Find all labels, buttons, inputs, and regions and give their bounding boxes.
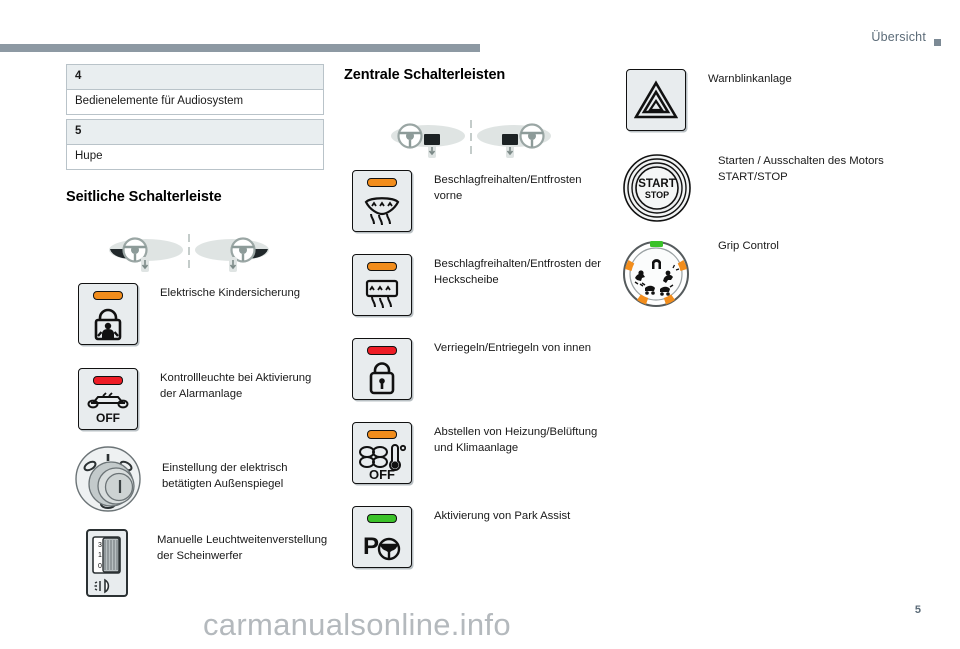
table-row: 5 xyxy=(66,119,324,146)
switch-entry: START STOP Starten / Ausschalten des Mot… xyxy=(622,153,922,228)
switch-entry: Verriegeln/Entriegeln von innen xyxy=(352,338,607,400)
start-stop-button-icon: START STOP xyxy=(623,154,691,222)
central-locking-switch[interactable] xyxy=(352,338,412,400)
chapter-title: Übersicht xyxy=(871,30,926,44)
headlamp-beam-height-switch[interactable]: 3 1 0 xyxy=(85,528,129,603)
switch-entry: 3 1 0 Manuelle Leuchtweitenverstellung d… xyxy=(85,528,335,603)
headlamp-beam-height-icon: 3 1 0 xyxy=(86,529,128,597)
indicator-led xyxy=(367,514,397,523)
indicator-led xyxy=(93,376,123,385)
steering-wheel-right-hand-drive-icon xyxy=(477,122,551,158)
switch-label: Einstellung der elektrisch betätigten Au… xyxy=(162,462,288,491)
wheel-position-diagram xyxy=(390,118,552,163)
section-heading-central-switch-panels: Zentrale Schalterleisten xyxy=(344,67,506,83)
svg-text:3: 3 xyxy=(98,542,102,549)
table-row: Hupe xyxy=(66,145,324,171)
switch-label: Verriegeln/Entriegeln von innen xyxy=(434,342,592,354)
mirror-adjust-dial[interactable] xyxy=(70,440,148,523)
svg-text:OFF: OFF xyxy=(369,467,395,480)
section-heading-side-switch-panel: Seitliche Schalterleiste xyxy=(66,189,222,205)
manual-page: Übersicht 4 Bedienelemente für Audiosyst… xyxy=(0,0,960,649)
mirror-adjust-dial-icon xyxy=(75,446,141,512)
start-stop-button[interactable]: START STOP xyxy=(622,153,692,228)
switch-label: Abstellen von Heizung/Belüftung und Klim… xyxy=(434,426,598,455)
switch-entry: Elektrische Kindersicherung xyxy=(78,283,328,345)
grip-control-dial[interactable] xyxy=(620,238,692,315)
table-row: Bedienelemente für Audiosystem xyxy=(66,90,324,116)
switch-entry: P Aktivierung von Park Assist xyxy=(352,506,607,568)
indicator-led xyxy=(367,346,397,355)
steering-wheel-right-hand-drive-icon xyxy=(195,236,269,272)
hazard-warning-triangle-icon xyxy=(627,72,685,128)
svg-text:1: 1 xyxy=(98,552,102,559)
switch-entry: Grip Control xyxy=(620,238,920,315)
steering-wheel-left-hand-drive-icon xyxy=(391,122,465,158)
switch-entry: Einstellung der elektrisch betätigten Au… xyxy=(70,440,332,523)
windscreen-demist-icon xyxy=(353,190,411,229)
svg-text:OFF: OFF xyxy=(96,411,120,425)
rear-screen-demist-switch[interactable] xyxy=(352,254,412,316)
windscreen-demist-switch[interactable] xyxy=(352,170,412,232)
square-marker-icon xyxy=(934,39,941,46)
switch-label: Starten / Ausschalten des Motors START/S… xyxy=(718,155,884,184)
park-assist-switch[interactable]: P xyxy=(352,506,412,568)
switch-entry: Beschlagfreihalten/Entfrosten vorne xyxy=(352,170,607,232)
switch-entry: Beschlagfreihalten/Entfrosten der Hecksc… xyxy=(352,254,607,316)
child-lock-icon xyxy=(79,303,137,342)
svg-text:STOP: STOP xyxy=(645,190,669,200)
svg-text:START: START xyxy=(638,178,675,190)
switch-entry: OFF Abstellen von Heizung/Belüftung und … xyxy=(352,422,607,484)
switch-label: Grip Control xyxy=(718,240,779,252)
hazard-warning-switch[interactable] xyxy=(626,69,686,131)
alarm-off-icon: OFF xyxy=(79,388,137,427)
climate-off-switch[interactable]: OFF xyxy=(352,422,412,484)
diagram-divider xyxy=(466,118,476,163)
legend-table: 4 Bedienelemente für Audiosystem xyxy=(66,64,324,116)
park-assist-icon: P xyxy=(353,526,411,565)
climate-off-icon: OFF xyxy=(353,442,411,481)
switch-label: Aktivierung von Park Assist xyxy=(434,510,571,522)
indicator-led xyxy=(93,291,123,300)
wheel-position-diagram xyxy=(108,232,270,277)
header-rule xyxy=(0,44,480,52)
steering-wheel-left-hand-drive-icon xyxy=(109,236,183,272)
alarm-indicator-switch[interactable]: OFF xyxy=(78,368,138,430)
svg-text:P: P xyxy=(363,533,379,560)
grip-control-dial-icon xyxy=(623,241,689,307)
rear-screen-demist-icon xyxy=(353,274,411,313)
switch-label: Warnblinkanlage xyxy=(708,73,792,85)
svg-text:0: 0 xyxy=(98,563,102,570)
indicator-led xyxy=(367,262,397,271)
switch-label: Beschlagfreihalten/Entfrosten vorne xyxy=(434,174,582,203)
switch-label: Kontrollleuchte bei Aktivierung der Alar… xyxy=(160,372,312,401)
page-number: 5 xyxy=(914,604,921,616)
central-locking-icon xyxy=(353,358,411,397)
switch-label: Beschlagfreihalten/Entfrosten der Hecksc… xyxy=(434,258,602,287)
watermark: carmanualsonline.info xyxy=(203,607,511,642)
switch-entry: OFF Kontrollleuchte bei Aktivierung der … xyxy=(78,368,328,430)
table-row: 4 xyxy=(66,64,324,91)
child-lock-switch[interactable] xyxy=(78,283,138,345)
indicator-led xyxy=(367,430,397,439)
switch-entry: Warnblinkanlage xyxy=(626,69,926,131)
indicator-led xyxy=(367,178,397,187)
switch-label: Elektrische Kindersicherung xyxy=(160,287,301,299)
legend-table: 5 Hupe xyxy=(66,119,324,171)
switch-label: Manuelle Leuchtweitenverstellung der Sch… xyxy=(157,534,328,563)
diagram-divider xyxy=(184,232,194,277)
